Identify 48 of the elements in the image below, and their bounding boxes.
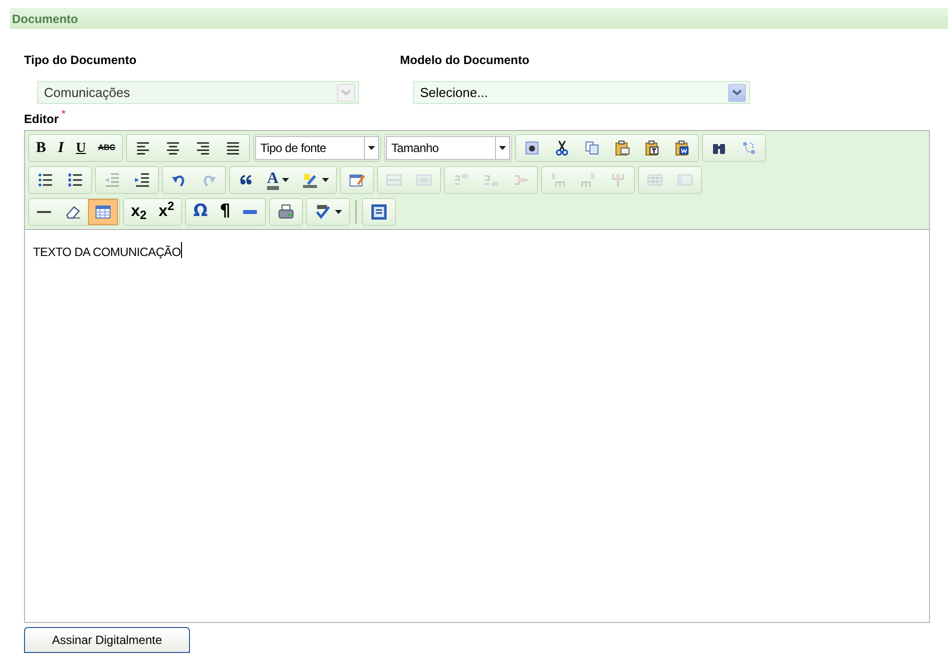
insert-column-icon: [578, 172, 597, 188]
outdent-icon: [103, 172, 121, 188]
text-cursor: [180, 242, 182, 258]
table-cells-icon: [646, 172, 664, 188]
toolbar-button[interactable]: I: [52, 135, 70, 161]
eraser-icon: [64, 204, 82, 220]
highlight-pen-icon: [300, 172, 319, 188]
horizontal-line-icon: [36, 211, 52, 213]
chevron-icon: [337, 84, 355, 102]
source-view-icon: [370, 204, 388, 220]
toolbar-button[interactable]: B: [30, 135, 52, 161]
toolbar-button[interactable]: x$_{2}$: [125, 199, 153, 225]
required-mark: *: [62, 110, 66, 120]
numbered-list-icon: [66, 172, 84, 188]
indent-icon: [133, 172, 151, 188]
table-icon: [94, 204, 112, 220]
printer-icon: [277, 204, 296, 220]
section-title: Documento: [12, 10, 78, 28]
table-props-icon: [676, 172, 694, 188]
editor-text: TEXTO DA COMUNICAÇÃO: [33, 244, 181, 261]
toolbar-button[interactable]: Ω: [187, 199, 214, 225]
toolbar-button[interactable]: A: [261, 167, 295, 193]
table-props-icon: [414, 172, 433, 188]
chevron-icon: [728, 84, 746, 102]
toolbar-button[interactable]: ABC: [92, 135, 122, 161]
dropdown-arrow-icon: [282, 178, 289, 182]
paste-text-icon: [523, 140, 542, 156]
sign-button[interactable]: Assinar Digitalmente: [24, 627, 190, 653]
table-edit-icon: [348, 172, 366, 188]
toolbar-button[interactable]: ¶: [214, 199, 236, 225]
dropdown[interactable]: Selecione...: [413, 81, 750, 104]
toolbar-dropdown[interactable]: Tamanho: [386, 136, 510, 160]
editor-label: Editor: [24, 111, 59, 128]
field-label: Modelo do Documento: [400, 52, 530, 69]
field-label: Tipo do Documento: [24, 52, 138, 69]
dropdown-arrow-icon: [322, 178, 329, 182]
dropdown-arrow-icon: [335, 210, 342, 214]
copy-icon: [583, 140, 602, 156]
clipboard-icon: [613, 140, 632, 156]
spellcheck-icon: [314, 204, 332, 220]
toolbar-button[interactable]: x$^{2}$: [152, 199, 180, 225]
bullet-list-icon: [36, 172, 54, 188]
table-row-icon: [384, 172, 403, 188]
clipboard-icon: [673, 140, 692, 156]
toolbar-dropdown[interactable]: Tipo de fonte: [255, 136, 380, 160]
clipboard-icon: [643, 140, 662, 156]
page-break-icon: [242, 210, 258, 214]
toolbar-button[interactable]: U: [70, 135, 92, 161]
